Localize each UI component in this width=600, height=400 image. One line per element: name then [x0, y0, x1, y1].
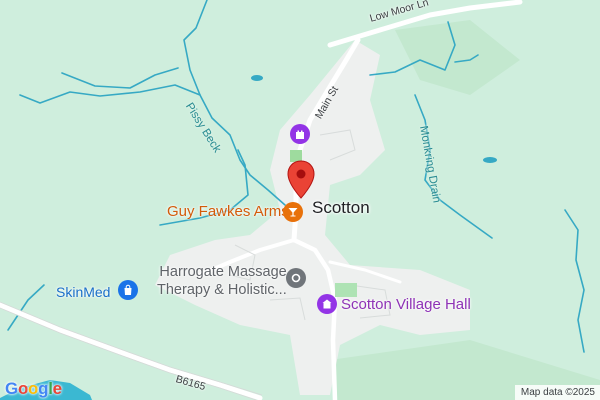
pond	[483, 157, 497, 163]
hall-icon	[322, 299, 332, 309]
village-hall-poi-icon[interactable]	[317, 294, 337, 314]
poi-label-scotton-village-hall[interactable]: Scotton Village Hall	[341, 296, 471, 313]
shopping-bag-icon	[124, 284, 132, 295]
poi-label-massage-line1: Harrogate Massage	[159, 264, 287, 280]
wellness-icon	[291, 273, 301, 283]
map-canvas[interactable]: Low Moor Ln Main St B6165 Pissy Beck Mon…	[0, 0, 600, 400]
bar-poi-icon[interactable]	[283, 202, 303, 222]
castle-icon	[296, 130, 304, 139]
logo-letter: G	[5, 379, 18, 398]
logo-letter: o	[17, 379, 29, 398]
place-label-scotton[interactable]: Scotton	[312, 198, 370, 218]
spa-poi-icon[interactable]	[286, 268, 306, 288]
poi-label-massage-line2: Therapy & Holistic...	[157, 282, 287, 298]
landmark-poi-icon[interactable]	[290, 124, 310, 144]
poi-label-harrogate-massage[interactable]: Harrogate Massage Therapy & Holistic...	[157, 263, 287, 299]
logo-letter: e	[52, 379, 62, 398]
map-attribution[interactable]: Map data ©2025	[514, 385, 600, 400]
logo-letter: o	[28, 379, 39, 398]
location-pin-icon[interactable]	[286, 160, 316, 202]
google-logo: Google	[5, 379, 62, 399]
green-space	[335, 283, 357, 297]
pond	[251, 75, 263, 81]
cocktail-icon	[288, 208, 298, 217]
logo-letter: g	[38, 379, 49, 398]
poi-label-guy-fawkes-arms[interactable]: Guy Fawkes Arms	[167, 203, 289, 220]
shop-poi-icon[interactable]	[118, 280, 138, 300]
poi-label-skinmed[interactable]: SkinMed	[56, 284, 110, 300]
